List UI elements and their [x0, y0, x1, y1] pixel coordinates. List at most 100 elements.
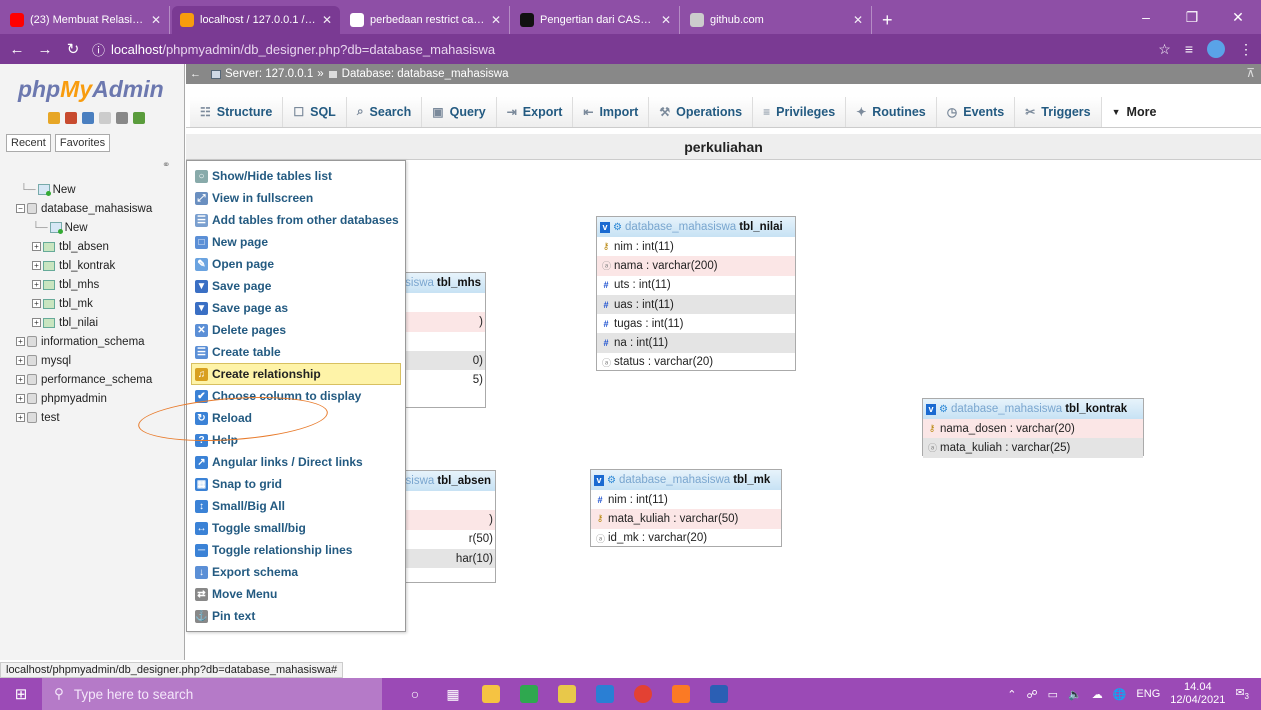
tree-item[interactable]: + mysql	[0, 351, 185, 370]
table-column-row[interactable]: 0)	[397, 350, 485, 371]
word-icon[interactable]	[700, 678, 738, 710]
table-card-header[interactable]: siswa tbl_mhs	[397, 273, 485, 293]
network-icon[interactable]: ☍	[1026, 688, 1037, 701]
reload-nav-icon[interactable]	[133, 112, 145, 124]
language-indicator[interactable]: ENG	[1136, 688, 1160, 700]
phpmyadmin-logo[interactable]: phpMyAdmin	[0, 64, 184, 106]
table-card-header[interactable]: siswa tbl_absen	[397, 471, 495, 491]
tab-events[interactable]: ◷ Events	[936, 96, 1016, 127]
menu-item-choose-column-to-display[interactable]: ✔ Choose column to display	[187, 385, 405, 407]
clock[interactable]: 14.04 12/04/2021	[1170, 681, 1225, 707]
logout-icon[interactable]	[65, 112, 77, 124]
store-icon[interactable]	[548, 678, 586, 710]
table-column-row[interactable]: # nim : int(11)	[591, 490, 781, 509]
table-card-tbl-mhs[interactable]: siswa tbl_mhs) 0) 5)	[396, 272, 486, 408]
table-column-row[interactable]: # uas : int(11)	[597, 294, 795, 315]
breadcrumb-server[interactable]: Server: 127.0.0.1	[225, 68, 313, 80]
menu-item-angular-links-direct-links[interactable]: ↗ Angular links / Direct links	[187, 451, 405, 473]
maximize-icon[interactable]: ❐	[1169, 0, 1215, 34]
table-column-row[interactable]: har(10)	[397, 548, 495, 569]
menu-kebab-icon[interactable]: ⋮	[1239, 41, 1253, 58]
tree-item[interactable]: + information_schema	[0, 332, 185, 351]
tab-structure[interactable]: ☷ Structure	[190, 96, 284, 127]
menu-item-create-table[interactable]: ☰ Create table	[187, 341, 405, 363]
table-column-row[interactable]: )	[397, 510, 495, 530]
menu-item-pin-text[interactable]: ⚓ Pin text	[187, 605, 405, 627]
tab-sql[interactable]: ☐ SQL	[283, 96, 347, 127]
expand-icon[interactable]: +	[16, 394, 25, 403]
table-column-row[interactable]: ⓐ id_mk : varchar(20)	[591, 529, 781, 548]
menu-item-reload[interactable]: ↻ Reload	[187, 407, 405, 429]
gear-icon[interactable]: ⚙	[607, 475, 616, 486]
table-column-row[interactable]: # uts : int(11)	[597, 276, 795, 295]
close-icon[interactable]: ✕	[322, 13, 332, 27]
table-column-row[interactable]	[397, 293, 485, 312]
browser-tab[interactable]: Pengertian dari CASCADE,REST ✕	[512, 6, 680, 34]
tree-item[interactable]: + tbl_nilai	[0, 313, 185, 332]
docs-icon[interactable]	[99, 112, 111, 124]
tab-query[interactable]: ▣ Query	[422, 96, 497, 127]
scroll-top-icon[interactable]: ⊼	[1246, 66, 1255, 80]
battery-icon[interactable]: ▭	[1048, 688, 1058, 701]
tree-item[interactable]: − database_mahasiswa	[0, 199, 185, 218]
table-column-row[interactable]: # na : int(11)	[597, 333, 795, 353]
table-column-row[interactable]: ⚷ nama_dosen : varchar(20)	[923, 419, 1143, 439]
menu-item-create-relationship[interactable]: ♫ Create relationship	[191, 363, 401, 385]
tree-item[interactable]: └─ New	[0, 180, 185, 199]
tab-export[interactable]: ⇥ Export	[496, 96, 574, 127]
table-column-row[interactable]: 5)	[397, 370, 485, 389]
menu-item-export-schema[interactable]: ↓ Export schema	[187, 561, 405, 583]
browser-tab[interactable]: (23) Membuat Relasi Antar Tab ✕	[2, 6, 170, 34]
browser-tab[interactable]: perbedaan restrict cascade dan ✕	[342, 6, 510, 34]
tree-item[interactable]: + tbl_absen	[0, 237, 185, 256]
tree-item[interactable]: + tbl_mk	[0, 294, 185, 313]
menu-item-snap-to-grid[interactable]: ▦ Snap to grid	[187, 473, 405, 495]
new-tab-button[interactable]: +	[872, 6, 903, 34]
collapse-icon[interactable]: −	[16, 204, 25, 213]
table-card-tbl-kontrak[interactable]: v ⚙ database_mahasiswa tbl_kontrak ⚷ nama_dos…	[922, 398, 1144, 458]
gear-icon[interactable]: ⚙	[613, 222, 622, 233]
table-column-row[interactable]: ⓐ nama : varchar(200)	[597, 256, 795, 276]
tab-import[interactable]: ⇤ Import	[573, 96, 650, 127]
cloud-icon[interactable]: ☁	[1092, 688, 1103, 701]
close-icon[interactable]: ✕	[491, 13, 501, 27]
toggle-columns-icon[interactable]: v	[594, 474, 604, 486]
table-card-header[interactable]: v ⚙ database_mahasiswa tbl_kontrak	[923, 399, 1143, 419]
mail-icon[interactable]	[586, 678, 624, 710]
avatar[interactable]	[1207, 40, 1225, 58]
tree-item[interactable]: + phpmyadmin	[0, 389, 185, 408]
tree-item[interactable]: + test	[0, 408, 185, 427]
cortana-icon[interactable]: ○	[396, 678, 434, 710]
close-icon[interactable]: ✕	[661, 13, 671, 27]
tree-item[interactable]: + performance_schema	[0, 370, 185, 389]
table-column-row[interactable]: ⚷ nim : int(11)	[597, 237, 795, 256]
tab-more[interactable]: ▼ More	[1101, 96, 1167, 127]
tab-search[interactable]: ⌕ Search	[346, 96, 423, 127]
expand-icon[interactable]: +	[16, 375, 25, 384]
forward-icon[interactable]: →	[36, 41, 54, 58]
menu-item-toggle-relationship-lines[interactable]: ─ Toggle relationship lines	[187, 539, 405, 561]
menu-item-new-page[interactable]: □ New page	[187, 231, 405, 253]
expand-icon[interactable]: +	[16, 356, 25, 365]
table-column-row[interactable]	[397, 568, 495, 587]
table-column-row[interactable]: ⓐ mata_kuliah : varchar(25)	[923, 438, 1143, 458]
collapse-icon[interactable]: ←	[190, 68, 201, 80]
tab-privileges[interactable]: ≡ Privileges	[753, 96, 847, 127]
tab-routines[interactable]: ✦ Routines	[846, 96, 937, 127]
url-input[interactable]: ⓘ localhost/phpmyadmin/db_designer.php?d…	[92, 40, 1148, 59]
notification-icon[interactable]: ✉3	[1235, 686, 1249, 701]
info-icon[interactable]: ⓘ	[92, 40, 105, 59]
table-column-row[interactable]	[397, 332, 485, 351]
menu-item-show-hide-tables-list[interactable]: ○ Show/Hide tables list	[187, 165, 405, 187]
table-card-tbl-absen[interactable]: siswa tbl_absen) r(50) har(10)	[396, 470, 496, 583]
expand-icon[interactable]: +	[16, 413, 25, 422]
close-icon[interactable]: ✕	[151, 13, 161, 27]
table-card-header[interactable]: v ⚙ database_mahasiswa tbl_nilai	[597, 217, 795, 237]
gear-icon[interactable]: ⚙	[939, 404, 948, 415]
menu-item-add-tables-from-other-databases[interactable]: ☰ Add tables from other databases	[187, 209, 405, 231]
home-icon[interactable]	[48, 112, 60, 124]
menu-item-open-page[interactable]: ✎ Open page	[187, 253, 405, 275]
browser-tab[interactable]: github.com ✕	[682, 6, 872, 34]
expand-icon[interactable]: +	[16, 337, 25, 346]
table-column-row[interactable]: ⓐ status : varchar(20)	[597, 353, 795, 372]
